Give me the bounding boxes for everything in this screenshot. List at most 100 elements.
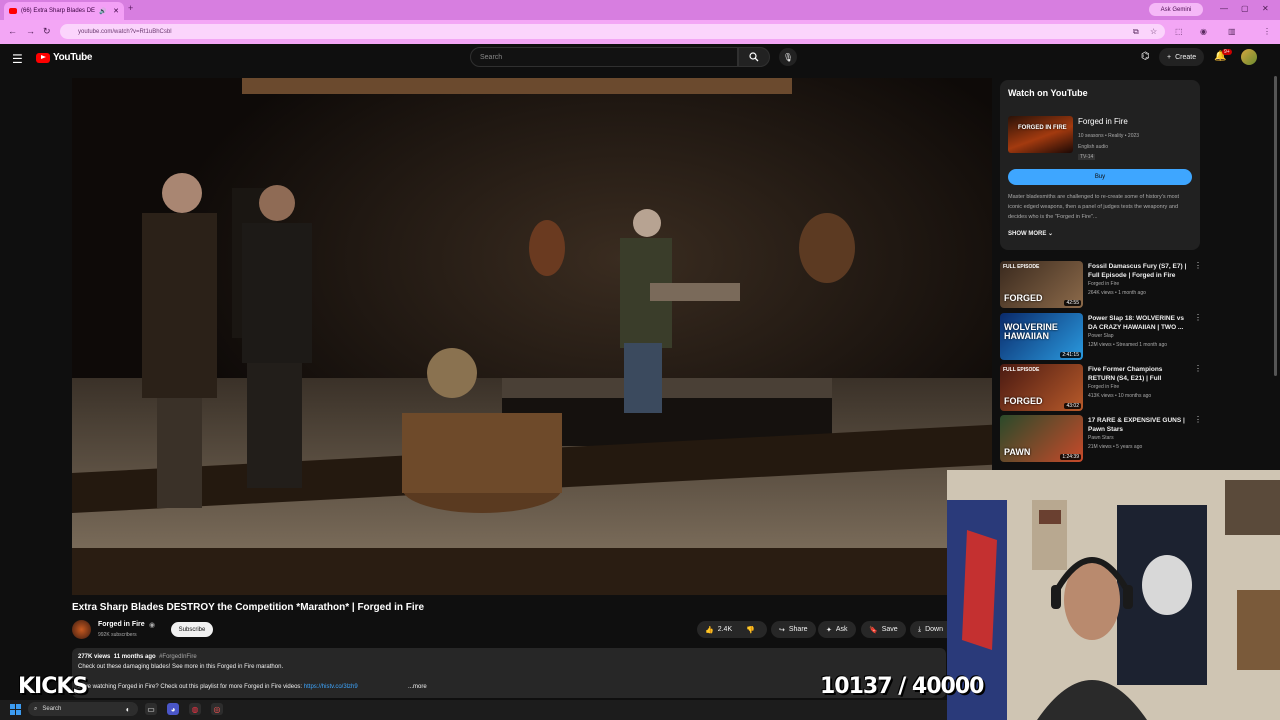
- recommendation-item[interactable]: PAWN 1:24:39 17 RARE & EXPENSIVE GUNS | …: [1000, 415, 1202, 463]
- install-icon[interactable]: ⧉: [1133, 27, 1139, 37]
- upload-age: 11 months ago: [113, 654, 156, 660]
- ask-button[interactable]: ✦ Ask: [818, 621, 856, 638]
- recommendation-thumbnail[interactable]: FULL EPISODE FORGED 43:02: [1000, 364, 1083, 411]
- description-box[interactable]: [72, 648, 946, 698]
- recommendation-title[interactable]: Power Slap 18: WOLVERINE vs DA CRAZY HAW…: [1088, 314, 1190, 332]
- show-meta-line: 10 seasons • Reality • 2023: [1078, 133, 1140, 139]
- download-button[interactable]: ⤓ Down: [910, 621, 947, 638]
- ask-label: Ask: [835, 626, 848, 633]
- buy-button[interactable]: Buy: [1008, 169, 1192, 185]
- search-button[interactable]: [738, 47, 770, 67]
- like-count[interactable]: 2.4K: [718, 626, 732, 633]
- search-input[interactable]: Search: [470, 47, 738, 67]
- forward-icon[interactable]: →: [26, 26, 35, 36]
- extensions-icon[interactable]: ⬚: [1175, 27, 1183, 36]
- recommendation-title[interactable]: Fossil Damascus Fury (S7, E7) | Full Epi…: [1088, 262, 1190, 280]
- create-button[interactable]: + Create: [1159, 48, 1205, 66]
- recommendation-item[interactable]: FULL EPISODE FORGED 42:55 Fossil Damascu…: [1000, 261, 1202, 309]
- show-thumbnail-text: FORGED IN FIRE: [1018, 125, 1067, 131]
- recommendation-title[interactable]: Five Former Champions RETURN (S4, E21) |…: [1088, 365, 1190, 383]
- video-frame: [72, 78, 992, 595]
- subscribe-button[interactable]: Subscribe: [171, 622, 213, 637]
- save-button[interactable]: 🔖 Save: [861, 621, 906, 638]
- more-actions-icon[interactable]: ⋮: [1194, 313, 1202, 322]
- video-player[interactable]: [72, 78, 992, 595]
- webcam-overlay: [947, 470, 1280, 720]
- recommendation-channel[interactable]: Pawn Stars: [1088, 435, 1114, 441]
- share-icon: ↪: [779, 626, 785, 634]
- more-actions-icon[interactable]: ⋮: [1194, 364, 1202, 373]
- recommendation-title[interactable]: 17 RARE & EXPENSIVE GUNS | Pawn Stars: [1088, 416, 1190, 434]
- like-icon[interactable]: 👍: [705, 626, 714, 634]
- description-line: Love watching Forged in Fire? Check out …: [78, 684, 358, 690]
- hashtag-link[interactable]: #ForgedInFire: [159, 654, 197, 660]
- url-text: youtube.com/watch?v=Rt1uBhCsbl: [78, 28, 172, 35]
- windows-start-icon[interactable]: [10, 704, 21, 715]
- thumbnail-text: FORGED: [1004, 293, 1043, 303]
- taskbar-app-icon[interactable]: ◐: [122, 703, 134, 715]
- bookmark-star-icon[interactable]: ☆: [1150, 27, 1157, 36]
- page-scrollbar[interactable]: [1274, 76, 1277, 376]
- more-actions-icon[interactable]: ⋮: [1194, 415, 1202, 424]
- user-avatar[interactable]: [1241, 49, 1257, 65]
- webcam-frame: [947, 470, 1280, 720]
- channel-avatar[interactable]: [72, 620, 91, 639]
- recommendation-thumbnail[interactable]: WOLVERINE HAWAIIAN 2:41:15: [1000, 313, 1083, 360]
- minimize-icon[interactable]: —: [1220, 4, 1228, 13]
- duration-badge: 1:24:39: [1060, 454, 1081, 460]
- profile-icon[interactable]: ◉: [1200, 27, 1207, 36]
- window-close-icon[interactable]: ✕: [1262, 4, 1269, 13]
- cast-icon[interactable]: ⌬: [1141, 51, 1150, 62]
- windows-taskbar: [0, 700, 947, 720]
- share-label: Share: [788, 626, 808, 633]
- recommendation-thumbnail[interactable]: PAWN 1:24:39: [1000, 415, 1083, 462]
- channel-name[interactable]: Forged in Fire: [98, 621, 145, 628]
- recommendation-channel[interactable]: Forged in Fire: [1088, 281, 1119, 287]
- maximize-icon[interactable]: ▢: [1241, 4, 1249, 13]
- show-more-label: SHOW MORE: [1008, 231, 1047, 237]
- recommendation-meta: 264K views • 1 month ago: [1088, 290, 1146, 296]
- verified-icon: ◉: [149, 622, 156, 629]
- recommendation-channel[interactable]: Power Slap: [1088, 333, 1114, 339]
- chrome-icon[interactable]: ◍: [189, 703, 201, 715]
- recommendation-channel[interactable]: Forged in Fire: [1088, 384, 1119, 390]
- task-view-icon[interactable]: ▭: [145, 703, 157, 715]
- thumbnail-text: PAWN: [1004, 447, 1031, 457]
- watch-card-heading: Watch on YouTube: [1008, 88, 1088, 98]
- sidepanel-icon[interactable]: ▥: [1228, 27, 1236, 36]
- recommendation-item[interactable]: WOLVERINE HAWAIIAN 2:41:15 Power Slap 18…: [1000, 313, 1202, 361]
- description-link[interactable]: https://histv.co/3lzh9: [304, 684, 358, 690]
- sparkle-icon: ✦: [826, 626, 832, 634]
- show-thumbnail[interactable]: FORGED IN FIRE: [1008, 116, 1073, 153]
- youtube-logo[interactable]: YouTube: [36, 52, 93, 63]
- browser-tab[interactable]: (66) Extra Sharp Blades DE 🔊 ✕: [4, 2, 124, 20]
- view-count: 277K views: [78, 654, 111, 660]
- video-title: Extra Sharp Blades DESTROY the Competiti…: [72, 602, 425, 613]
- new-tab-button[interactable]: +: [128, 3, 133, 13]
- show-title[interactable]: Forged in Fire: [1078, 117, 1128, 126]
- tab-close-icon[interactable]: ✕: [113, 7, 119, 15]
- thumbnail-text: FORGED: [1004, 396, 1043, 406]
- browser-menu-icon[interactable]: ⋮: [1263, 27, 1271, 36]
- ask-gemini-button[interactable]: Ask Gemini: [1149, 3, 1203, 16]
- recommendation-item[interactable]: FULL EPISODE FORGED 43:02 Five Former Ch…: [1000, 364, 1202, 412]
- duration-badge: 2:41:15: [1060, 352, 1081, 358]
- obs-icon[interactable]: ◎: [211, 703, 223, 715]
- show-more-button[interactable]: SHOW MORE ⌄: [1008, 230, 1053, 237]
- notification-count-badge: 9+: [1222, 49, 1232, 55]
- hamburger-menu-icon[interactable]: ☰: [12, 52, 23, 66]
- dislike-icon[interactable]: 👎: [746, 626, 755, 634]
- voice-search-button[interactable]: 🎙: [779, 48, 797, 66]
- show-meta-line: English audio: [1078, 144, 1109, 150]
- recommendation-thumbnail[interactable]: FULL EPISODE FORGED 42:55: [1000, 261, 1083, 308]
- back-icon[interactable]: ←: [8, 26, 17, 36]
- reload-icon[interactable]: ↻: [43, 26, 51, 37]
- share-button[interactable]: ↪ Share: [771, 621, 816, 638]
- youtube-favicon-icon: [9, 8, 17, 14]
- discord-icon[interactable]: ◕: [167, 703, 179, 715]
- recommendation-meta: 21M views • 5 years ago: [1088, 444, 1143, 450]
- address-bar[interactable]: youtube.com/watch?v=Rt1uBhCsbl: [60, 24, 1165, 39]
- description-more-button[interactable]: ...more: [408, 684, 427, 690]
- more-actions-icon[interactable]: ⋮: [1194, 261, 1202, 270]
- description-meta: 277K views 11 months ago #ForgedInFire: [78, 654, 197, 660]
